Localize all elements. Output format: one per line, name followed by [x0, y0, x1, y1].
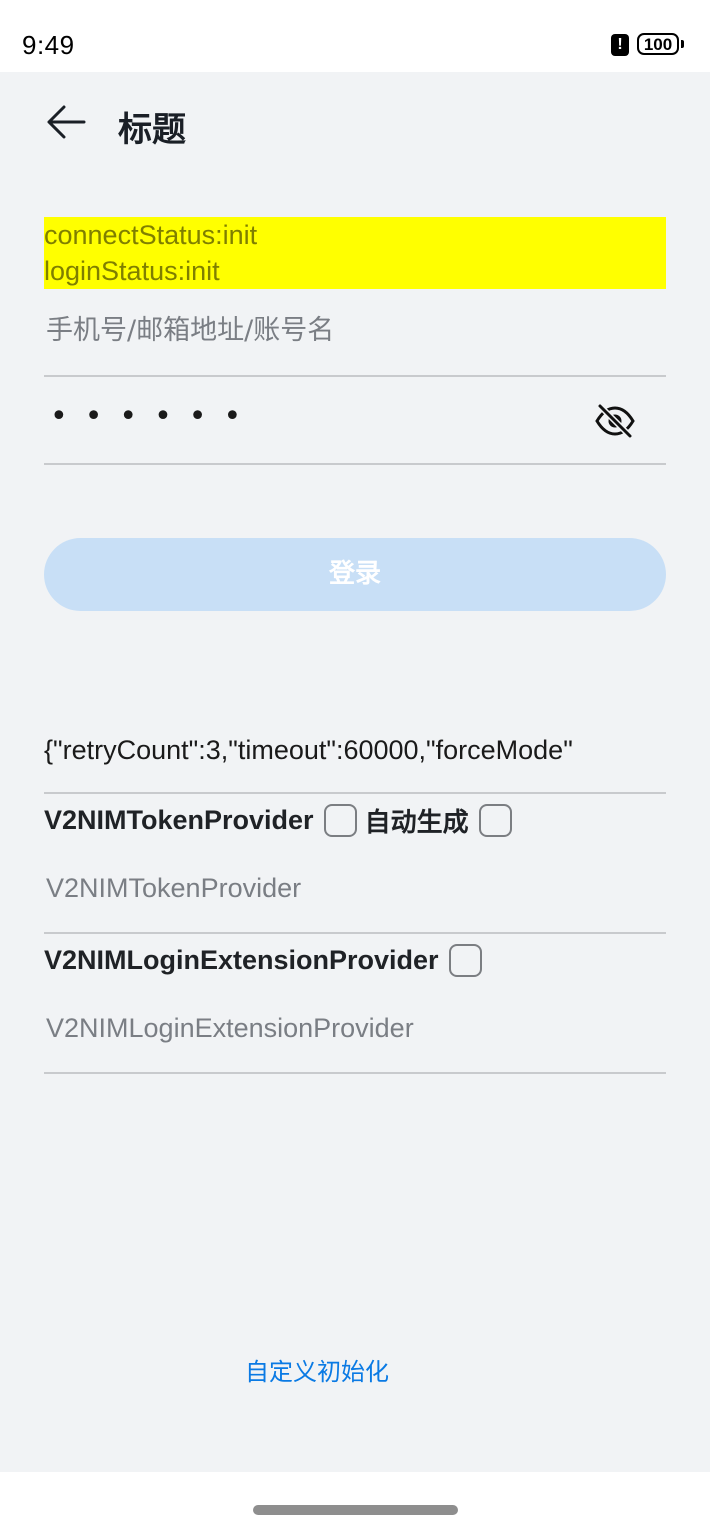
token-provider-input[interactable] — [44, 872, 658, 905]
connect-status-text: connectStatus:init — [44, 220, 258, 250]
login-status-text: loginStatus:init — [44, 256, 220, 286]
login-extension-row: V2NIMLoginExtensionProvider — [44, 936, 490, 984]
home-indicator[interactable] — [253, 1505, 458, 1515]
token-provider-field — [44, 864, 666, 934]
account-input[interactable] — [44, 314, 568, 347]
alert-icon: ! — [611, 34, 629, 56]
status-bar: 9:49 ! 100 — [0, 0, 710, 72]
eye-slash-icon — [595, 403, 635, 439]
status-time: 9:49 — [22, 30, 75, 60]
token-provider-label: V2NIMTokenProvider — [44, 804, 314, 835]
login-extension-label: V2NIMLoginExtensionProvider — [44, 944, 439, 975]
custom-init-link[interactable]: 自定义初始化 — [0, 1352, 634, 1387]
battery-tip — [681, 40, 684, 48]
password-input[interactable]: •••••• — [50, 399, 258, 434]
battery-icon: 100 — [637, 33, 679, 55]
arrow-left-icon — [47, 105, 86, 139]
login-option-json[interactable]: {"retryCount":3,"timeout":60000,"forceMo… — [44, 726, 666, 794]
gesture-bar — [0, 1472, 710, 1530]
login-button[interactable]: 登录 — [44, 538, 666, 611]
connection-status-box: connectStatus:init loginStatus:init — [44, 217, 666, 289]
token-provider-row: V2NIMTokenProvider 自动生成 — [44, 796, 520, 844]
password-field: •••••• — [44, 377, 666, 465]
account-field — [44, 300, 666, 377]
login-extension-input[interactable] — [44, 1012, 658, 1045]
login-extension-checkbox[interactable] — [448, 943, 482, 977]
password-visibility-toggle[interactable] — [594, 403, 636, 439]
auto-generate-label: 自动生成 — [364, 807, 469, 838]
login-extension-field — [44, 1004, 666, 1074]
page-title: 标题 — [118, 110, 186, 150]
token-provider-checkbox[interactable] — [323, 803, 357, 837]
auto-generate-checkbox[interactable] — [478, 803, 512, 837]
back-button[interactable] — [44, 102, 88, 142]
